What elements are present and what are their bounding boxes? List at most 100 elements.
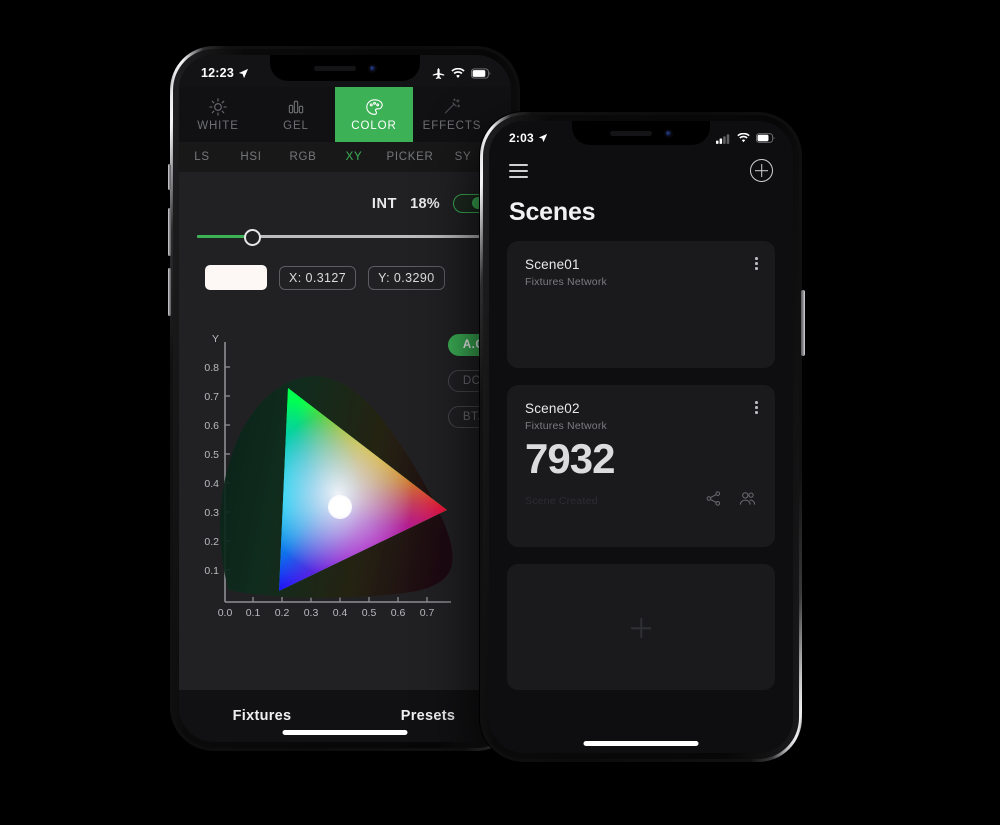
scene-value: 7932 <box>525 435 615 482</box>
location-arrow-icon <box>238 68 249 78</box>
mode-tab-bar: WHITE GEL COLOR EFFECTS <box>179 87 511 142</box>
front-camera <box>663 128 673 138</box>
status-right <box>432 67 491 80</box>
status-left: 12:23 <box>201 66 249 80</box>
sub-tab-xy[interactable]: XY <box>329 142 379 172</box>
svg-text:0.5: 0.5 <box>204 449 219 461</box>
scene-root: 12:23 WHITE GEL COLOR EFFECTS LS HSI RGB… <box>0 0 1000 825</box>
svg-text:0.7: 0.7 <box>204 391 219 403</box>
bottom-tab-fixtures[interactable]: Fixtures <box>179 708 345 724</box>
kebab-menu-icon[interactable] <box>755 401 758 414</box>
color-fields-row: X: 0.3127 Y: 0.3290 <box>179 243 511 290</box>
sub-tab-sy[interactable]: SY <box>441 142 485 172</box>
phone1-home-indicator[interactable] <box>282 730 408 735</box>
plus-circle-icon[interactable] <box>750 159 773 182</box>
share-icon[interactable] <box>705 490 722 507</box>
intensity-value: 18% <box>410 195 440 212</box>
earpiece-speaker <box>609 130 652 136</box>
bars-icon <box>286 97 306 117</box>
mode-tab-gel[interactable]: GEL <box>257 87 335 142</box>
y-coordinate-field[interactable]: Y: 0.3290 <box>368 265 445 290</box>
phone2-home-indicator[interactable] <box>583 741 699 746</box>
airplane-icon <box>432 67 445 79</box>
mode-tab-white-label: WHITE <box>197 120 239 132</box>
sub-tab-picker[interactable]: PICKER <box>379 142 441 172</box>
hamburger-icon[interactable] <box>509 163 528 178</box>
current-color-point[interactable] <box>328 495 352 519</box>
cie-y-axis-label: Y <box>212 333 219 345</box>
cie-y-tick-labels: 0.1 0.2 0.3 0.4 0.5 0.6 0.7 0.8 <box>204 362 219 577</box>
palette-icon <box>364 97 385 117</box>
color-swatch[interactable] <box>205 265 267 290</box>
phone2-power-button[interactable] <box>801 290 805 356</box>
x-coordinate-field[interactable]: X: 0.3127 <box>279 265 357 290</box>
phone1-mute-switch[interactable] <box>168 164 171 190</box>
mode-tab-gel-label: GEL <box>283 120 309 132</box>
intensity-slider-wrap <box>179 213 511 246</box>
svg-text:0.6: 0.6 <box>204 420 219 432</box>
slider-fill <box>197 235 251 238</box>
phone1-screen: 12:23 WHITE GEL COLOR EFFECTS LS HSI RGB… <box>179 55 511 742</box>
kebab-menu-icon[interactable] <box>755 257 758 270</box>
battery-icon <box>471 68 491 78</box>
sub-tab-rgb[interactable]: RGB <box>277 142 329 172</box>
status-time: 2:03 <box>509 131 534 145</box>
mode-tab-color-label: COLOR <box>351 120 397 132</box>
svg-text:0.8: 0.8 <box>204 362 219 374</box>
cie-chromaticity-chart[interactable]: 0.1 0.2 0.3 0.4 0.5 0.6 0.7 0.8 0.0 0.1 … <box>179 320 511 690</box>
phone-device-right: 2:03 Scenes Scene01 Fixtures Network Sce… <box>480 112 805 762</box>
plus-icon <box>631 618 651 638</box>
mode-tab-white[interactable]: WHITE <box>179 87 257 142</box>
svg-text:0.3: 0.3 <box>304 607 319 619</box>
status-time: 12:23 <box>201 66 234 80</box>
phone2-screen: 2:03 Scenes Scene01 Fixtures Network Sce… <box>489 121 793 753</box>
slider-knob[interactable] <box>243 229 261 246</box>
scenes-header-row <box>509 159 773 182</box>
mode-tab-color[interactable]: COLOR <box>335 87 413 142</box>
mode-tab-effects[interactable]: EFFECTS <box>413 87 491 142</box>
svg-text:0.2: 0.2 <box>275 607 290 619</box>
scene-card-02[interactable]: Scene02 Fixtures Network 7932 Scene Crea… <box>507 385 775 547</box>
svg-text:0.1: 0.1 <box>204 565 219 577</box>
intensity-label: INT <box>371 195 398 212</box>
xy-panel: INT 18% X: 0.3127 Y: 0.3290 0.1 0.2 0.3 … <box>179 172 511 690</box>
status-left: 2:03 <box>509 131 548 145</box>
scene-card-subtitle: Fixtures Network <box>525 276 607 288</box>
wifi-icon <box>737 133 750 143</box>
people-icon[interactable] <box>738 490 757 507</box>
intensity-slider[interactable] <box>197 229 493 246</box>
svg-text:0.7: 0.7 <box>420 607 435 619</box>
svg-text:0.2: 0.2 <box>204 536 219 548</box>
sub-tab-bar: LS HSI RGB XY PICKER SY <box>179 142 511 172</box>
sub-tab-ls[interactable]: LS <box>179 142 225 172</box>
front-camera <box>367 63 377 73</box>
sub-tab-rgb-label: RGB <box>289 151 317 163</box>
svg-text:0.5: 0.5 <box>362 607 377 619</box>
phone1-volume-up-button[interactable] <box>167 208 171 256</box>
sub-tab-picker-label: PICKER <box>386 151 434 163</box>
sparkle-icon <box>442 97 462 117</box>
earpiece-speaker <box>313 65 356 71</box>
scenes-app: 2:03 Scenes Scene01 Fixtures Network Sce… <box>489 121 793 753</box>
phone2-notch <box>572 121 710 145</box>
scene-card-01[interactable]: Scene01 Fixtures Network <box>507 241 775 368</box>
location-arrow-icon <box>538 133 547 143</box>
svg-text:0.4: 0.4 <box>204 478 219 490</box>
cellular-icon <box>716 133 730 144</box>
svg-text:0.0: 0.0 <box>218 607 233 619</box>
status-right <box>716 133 775 144</box>
sun-icon <box>208 97 228 117</box>
scene-card-title: Scene02 <box>525 401 580 416</box>
svg-text:0.3: 0.3 <box>204 507 219 519</box>
scenes-list: Scene01 Fixtures Network Scene02 Fixture… <box>489 227 793 753</box>
svg-text:0.6: 0.6 <box>391 607 406 619</box>
sub-tab-hsi[interactable]: HSI <box>225 142 277 172</box>
scene-card-add[interactable] <box>507 564 775 690</box>
phone1-volume-down-button[interactable] <box>167 268 171 316</box>
intensity-row: INT 18% <box>179 172 511 213</box>
sub-tab-ls-label: LS <box>194 151 210 163</box>
battery-icon <box>756 133 775 143</box>
scene-card-footer: Scene Created <box>525 490 757 507</box>
page-title: Scenes <box>509 198 596 226</box>
sub-tab-xy-label: XY <box>345 151 363 163</box>
